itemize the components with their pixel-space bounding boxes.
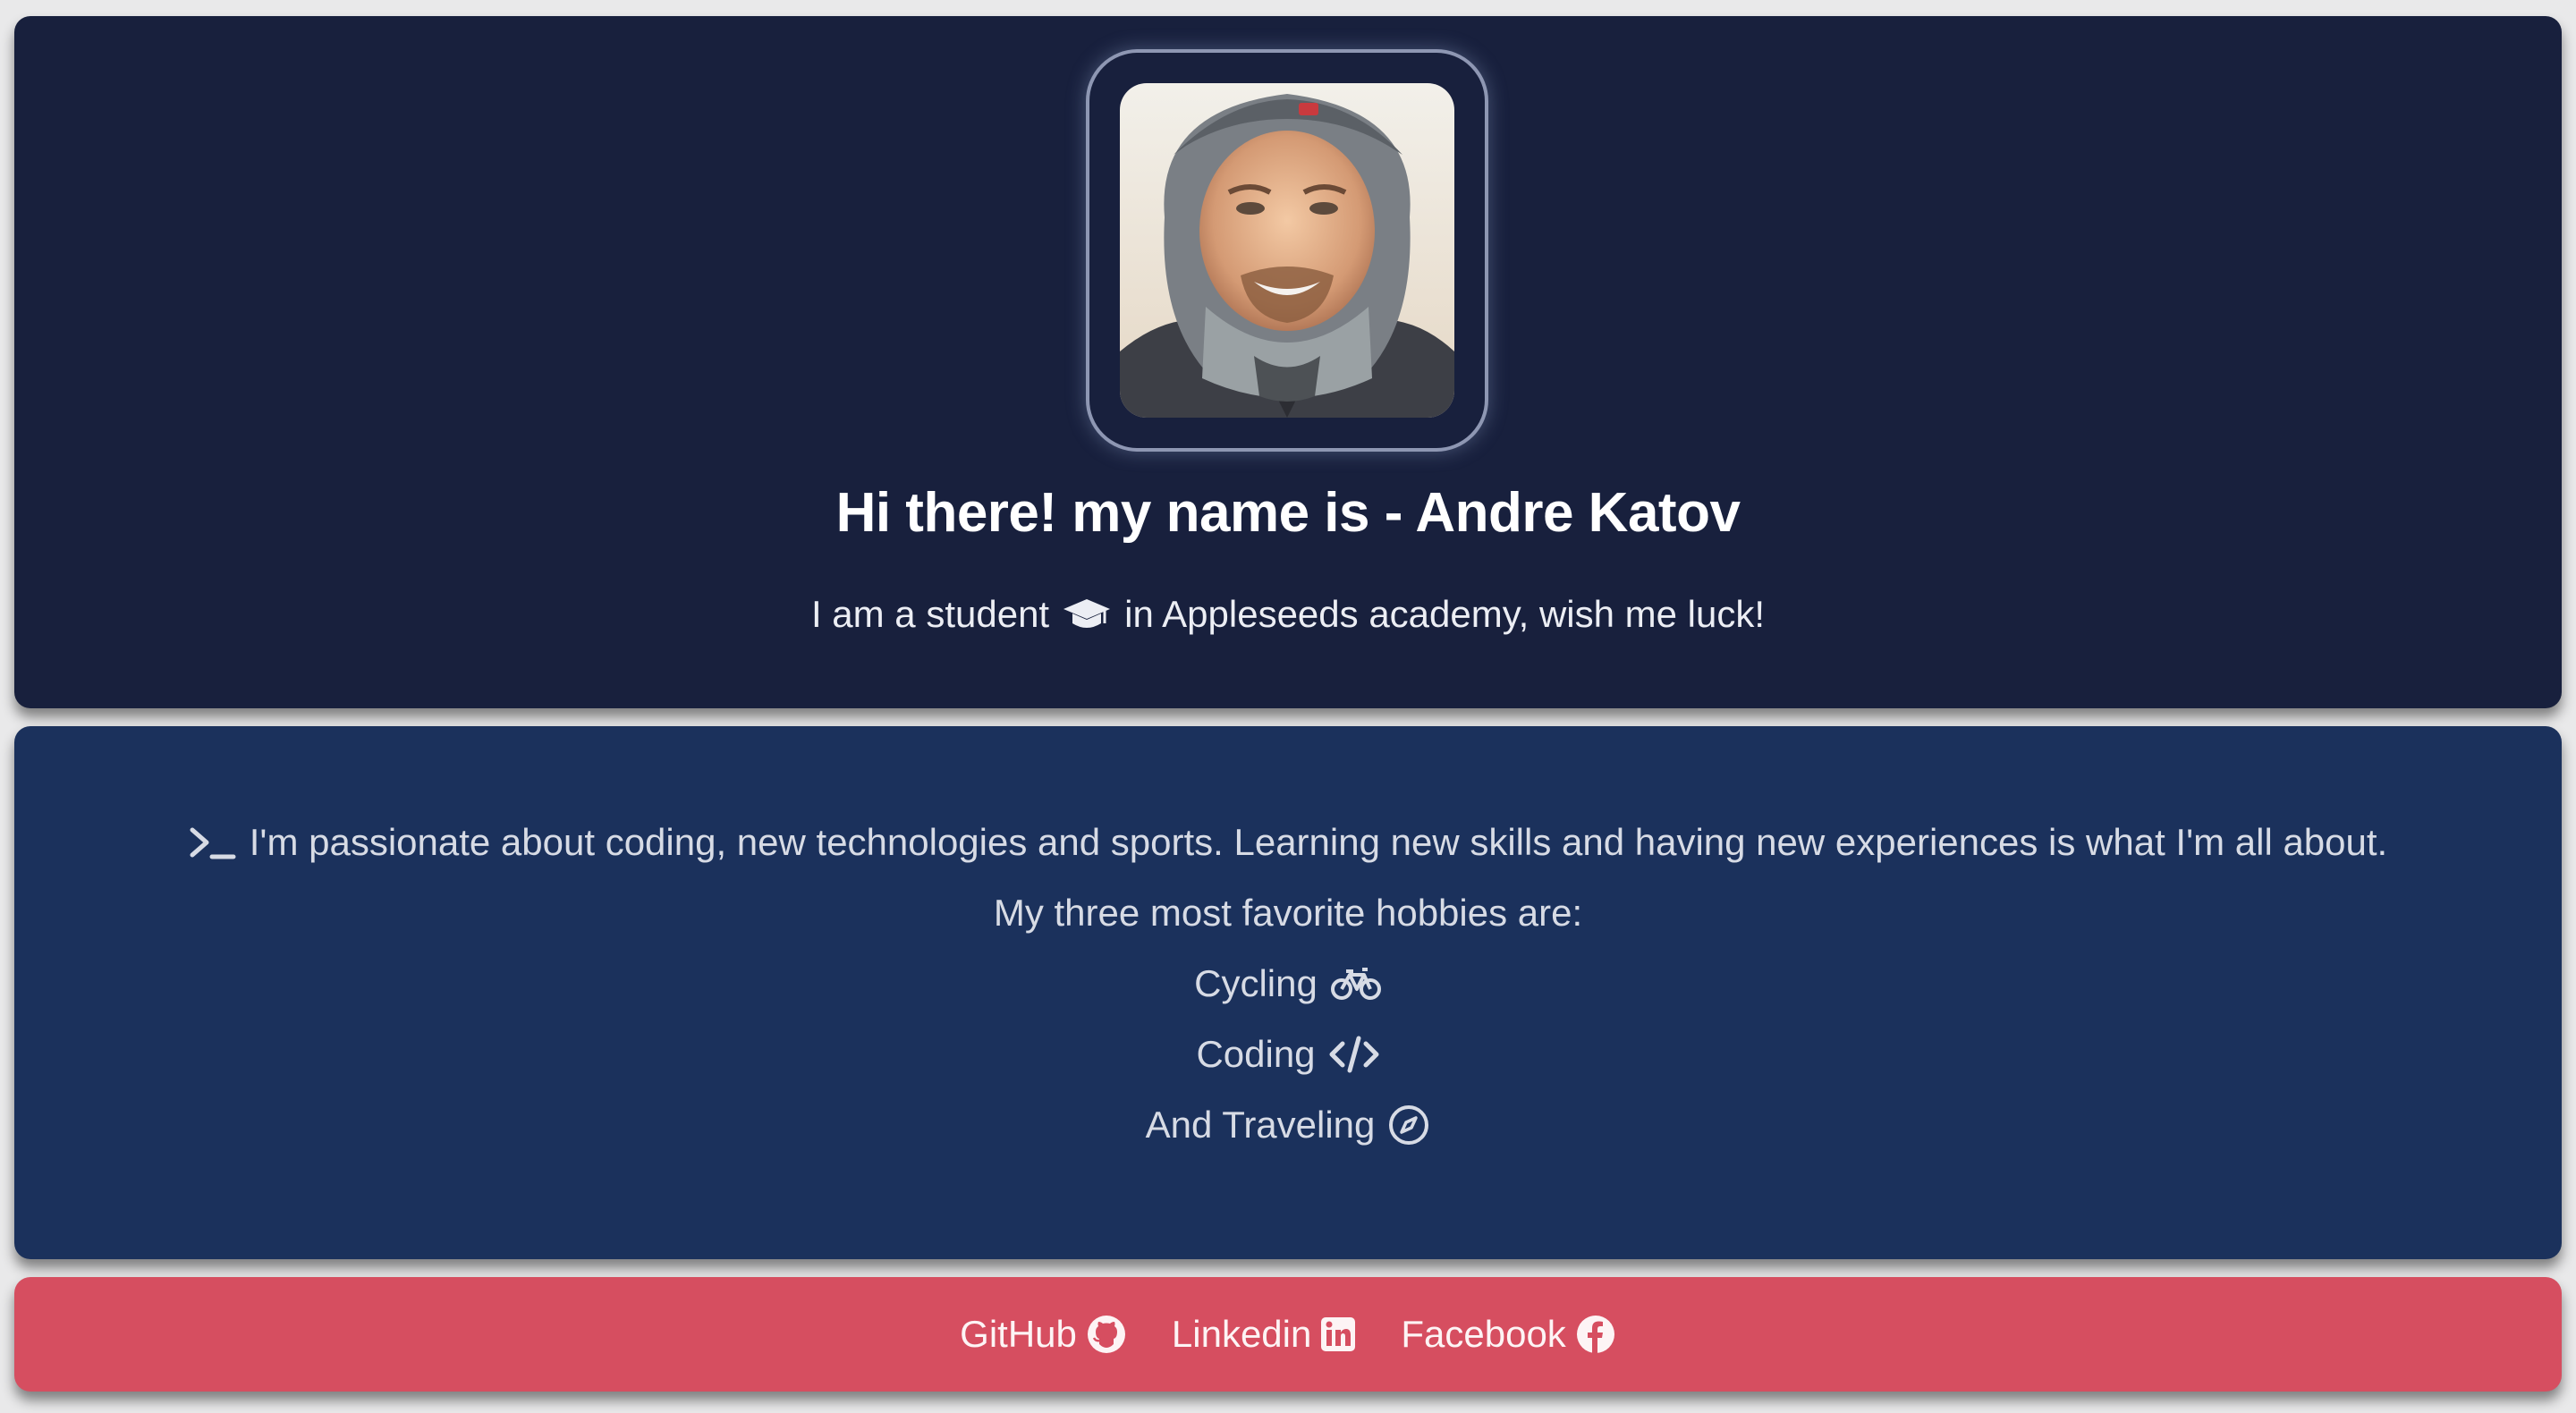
hobby-item-coding: Coding [14, 1033, 2562, 1076]
intro-card: Hi there! my name is - Andre Katov I am … [14, 16, 2562, 708]
avatar-image [1120, 83, 1454, 418]
compass-icon [1387, 1104, 1430, 1146]
page: Hi there! my name is - Andre Katov I am … [0, 0, 2576, 1413]
subtitle-text-after: in Appleseeds academy, wish me luck! [1124, 593, 1766, 635]
github-link-label: GitHub [960, 1313, 1077, 1355]
hobby-label: And Traveling [1145, 1104, 1376, 1146]
facebook-link-label: Facebook [1401, 1313, 1566, 1355]
hobby-item-cycling: Cycling [14, 962, 2562, 1005]
social-links-bar: GitHub Linkedin Facebook [14, 1277, 2562, 1392]
facebook-icon [1575, 1314, 1616, 1355]
intro-subtitle: I am a student in Appleseeds academy, wi… [14, 593, 2562, 636]
terminal-icon [189, 825, 237, 860]
graduation-cap-icon [1062, 597, 1112, 632]
avatar [1120, 83, 1454, 418]
subtitle-text-before: I am a student [810, 593, 1050, 635]
facebook-link[interactable]: Facebook [1401, 1313, 1615, 1356]
hobby-label: Cycling [1194, 962, 1318, 1004]
linkedin-icon [1320, 1316, 1356, 1352]
about-card: I'm passionate about coding, new technol… [14, 726, 2562, 1259]
bicycle-icon [1330, 966, 1382, 1002]
passion-text: I'm passionate about coding, new technol… [249, 821, 2388, 863]
linkedin-link[interactable]: Linkedin [1172, 1313, 1356, 1356]
hobbies-intro-text: My three most favorite hobbies are: [993, 892, 1583, 934]
hobbies-intro: My three most favorite hobbies are: [14, 892, 2562, 935]
linkedin-link-label: Linkedin [1171, 1313, 1312, 1355]
avatar-frame [1086, 49, 1488, 452]
hobby-item-traveling: And Traveling [14, 1104, 2562, 1146]
github-icon [1086, 1314, 1127, 1355]
hobby-label: Coding [1196, 1033, 1316, 1075]
github-link[interactable]: GitHub [960, 1313, 1127, 1356]
passion-statement: I'm passionate about coding, new technol… [14, 821, 2562, 864]
code-icon [1328, 1035, 1380, 1074]
page-title: Hi there! my name is - Andre Katov [835, 482, 1741, 544]
